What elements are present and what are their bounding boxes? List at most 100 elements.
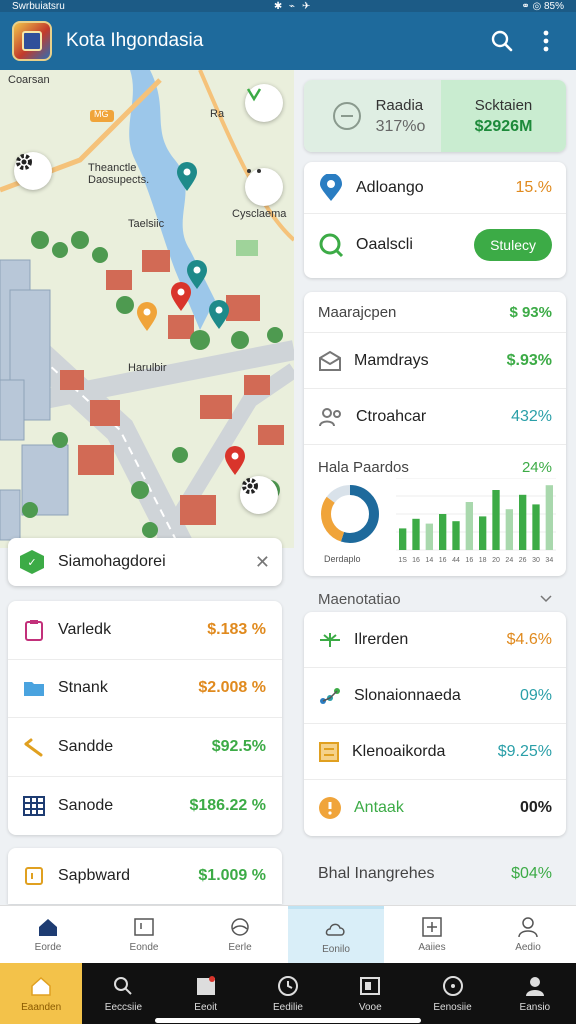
list-item[interactable]: Ctroahcar 432% (304, 388, 566, 444)
tab-label: Eorde (34, 942, 62, 953)
tab-profile[interactable]: Aedio (480, 906, 576, 963)
tab-add[interactable]: Aaiies (384, 906, 480, 963)
map-pin-icon[interactable] (224, 446, 246, 476)
map-label-harulbir: Harulbir (128, 362, 167, 374)
list-item-name: Sandde (58, 737, 114, 755)
chart-tick-label: 1S (398, 557, 407, 564)
list-item-name: Klenoaikorda (352, 742, 446, 760)
list-item[interactable]: Mamdrays $.93% (304, 332, 566, 388)
chat-icon (319, 233, 344, 258)
tab-cloud[interactable]: Eonilo (288, 906, 384, 963)
list-item[interactable]: Ilrerden $4.6% (304, 612, 566, 668)
list-item-value: $.93% (506, 351, 552, 369)
bar-chart: 1S 16 14 16 44 16 18 20 24 26 30 34 (396, 478, 556, 564)
status-pill-button[interactable]: Stulecy (474, 229, 552, 261)
list-item-value: $186.22 % (189, 796, 266, 814)
footer-value: $04% (511, 865, 552, 882)
chart-tick-label: 16 (412, 557, 420, 564)
list-item-name: Sapbward (58, 867, 131, 884)
chart-tick-label: 18 (479, 557, 487, 564)
tab-globe[interactable]: Eerle (192, 906, 288, 963)
list-item[interactable]: Sanode $186.22 % (8, 777, 282, 836)
gear-icon (242, 478, 258, 494)
chart-tick-label: 30 (532, 557, 540, 564)
people-icon (319, 407, 341, 426)
list-item[interactable]: Oaalscli Stulecy (304, 214, 566, 276)
close-icon[interactable]: ✕ (255, 552, 270, 573)
search-button[interactable] (484, 23, 520, 59)
chart-bar (505, 509, 513, 550)
nav-label: Eedilie (272, 1002, 303, 1013)
list-item-name: Antaak (354, 799, 404, 816)
nav-compass[interactable]: Eenosiie (411, 963, 493, 1024)
list-item[interactable]: Antaak 00% (304, 780, 566, 836)
chart-bar (519, 494, 527, 550)
list-item[interactable]: Slonaionnaeda 09% (304, 668, 566, 724)
list-item[interactable]: Adloango 15.% (304, 162, 566, 214)
check-shield-icon (246, 88, 262, 102)
list-item-value: $9.25% (497, 742, 552, 760)
minus-circle-icon (332, 102, 361, 130)
map-label-cysclaema: Cysclaema (232, 208, 287, 220)
list-item[interactable]: Klenoaikorda $9.25% (304, 724, 566, 780)
search-icon (112, 974, 134, 998)
nav-home[interactable]: Eaanden (0, 963, 83, 1024)
note-icon (22, 864, 46, 888)
pen-icon (22, 735, 46, 759)
app-logo (12, 21, 52, 61)
map-more-button[interactable] (245, 168, 283, 206)
tab-card[interactable]: Eonde (96, 906, 192, 963)
more-menu-button[interactable] (528, 23, 564, 59)
list-item-name: Oaalscli (356, 236, 413, 253)
nav-person[interactable]: Eansio (494, 963, 576, 1024)
alert-icon (319, 797, 341, 819)
card-icon (133, 916, 155, 938)
map-pin-icon[interactable] (170, 282, 192, 312)
chart-tick-label: 24 (505, 557, 513, 564)
summary-footer[interactable]: Bhal Inangrehes $04% (304, 852, 566, 896)
map-pin-icon[interactable] (136, 302, 158, 332)
chevron-down-icon (540, 595, 552, 603)
tab-label: Eonde (129, 942, 159, 953)
analytics-card: Maarajcpen $ 93% Mamdrays $.93% Ctroahca… (304, 292, 566, 576)
map-layers-button[interactable] (245, 84, 283, 122)
nav-clock[interactable]: Eedilie (247, 963, 329, 1024)
right-bottom-list: Ilrerden $4.6% Slonaionnaeda 09% Klenoai… (304, 612, 566, 836)
nav-label: Eeoit (194, 1002, 218, 1013)
nav-calendar[interactable]: Eeoit (165, 963, 247, 1024)
right-top-card: Adloango 15.% Oaalscli Stulecy (304, 162, 566, 278)
map-pin-icon[interactable] (208, 300, 230, 330)
stat-title: Scktaien (474, 96, 533, 114)
list-item-name: Mamdrays (354, 351, 429, 369)
section-header[interactable]: Maenotatiao (304, 588, 566, 610)
left-single-item[interactable]: Sapbward $1.009 % (8, 848, 282, 904)
status-left: Swrbuiatsru (12, 0, 65, 12)
map-settings-button[interactable] (14, 152, 52, 190)
stat-value: 317%o (375, 117, 426, 135)
clipboard-icon (22, 618, 46, 642)
tab-home[interactable]: Eorde (0, 906, 96, 963)
list-item[interactable]: Stnank $2.008 % (8, 660, 282, 718)
clock-icon (277, 974, 299, 998)
chart-tick-label: 34 (545, 557, 553, 564)
summary-stat-card[interactable]: Raadia 317%o Scktaien $2926M (304, 80, 566, 152)
map-locate-button[interactable] (240, 476, 278, 514)
list-item[interactable]: Varledk $.183 % (8, 601, 282, 660)
card-header: Maarajcpen $ 93% (304, 292, 566, 332)
nav-label: Eenosiie (433, 1002, 472, 1013)
chart-tick-label: 14 (425, 557, 433, 564)
list-item-name: Ctroahcar (356, 407, 427, 425)
plus-box-icon (421, 916, 443, 938)
nav-window[interactable]: Vooe (329, 963, 411, 1024)
list-item-value: 432% (511, 407, 552, 425)
gear-icon (16, 154, 32, 170)
chart-bar (532, 504, 540, 550)
list-item[interactable]: Sandde $92.5% (8, 718, 282, 777)
map-pin-icon[interactable] (176, 162, 198, 192)
map-view[interactable]: Coarsan MG Ra Theanctle Daosupects. Tael… (0, 70, 294, 548)
map-label-coarsan: Coarsan (8, 74, 50, 86)
home-indicator[interactable] (155, 1018, 421, 1023)
app-bar: Kota Ihgondasia (0, 12, 576, 70)
place-search-chip[interactable]: ✓ Siamohagdorei ✕ (8, 538, 282, 586)
nav-search[interactable]: Eeccsiie (82, 963, 164, 1024)
